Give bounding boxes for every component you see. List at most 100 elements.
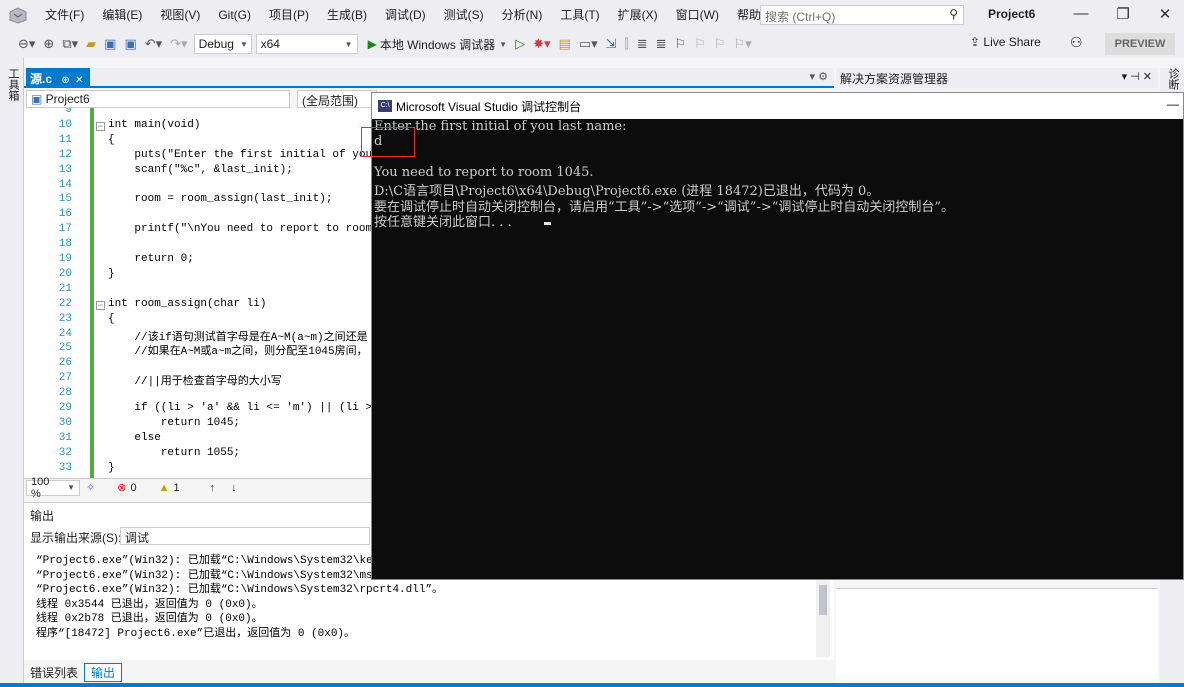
close-icon[interactable]: ✕	[1150, 5, 1180, 23]
diagnostics-tab[interactable]: 诊断	[1165, 68, 1181, 90]
save-icon[interactable]: ▣	[100, 36, 120, 52]
code-line[interactable]: puts("Enter the first initial of you la	[108, 149, 374, 161]
tab-dropdown-icon[interactable]: ▾ ⚙	[810, 70, 828, 83]
tab-source-c[interactable]: 源.c ⊕ ✕	[26, 68, 90, 88]
solution-explorer-title: 解决方案资源管理器	[840, 72, 949, 86]
fold-toggle-icon[interactable]: −	[96, 300, 105, 310]
code-line[interactable]: return 1055;	[108, 447, 240, 459]
toolbox-tab[interactable]: 工具箱	[5, 68, 21, 101]
menu-file[interactable]: 文件(F)	[36, 0, 93, 30]
forward-icon[interactable]: ⊕	[39, 36, 58, 52]
prev-bookmark-icon[interactable]: ⚐	[690, 36, 710, 52]
code-line[interactable]: return 0;	[108, 253, 193, 265]
code-line[interactable]: room = room_assign(last_init);	[108, 193, 332, 205]
back-icon[interactable]: ⊖▾	[14, 36, 39, 52]
down-arrow-icon[interactable]: ↓	[231, 482, 237, 494]
line-number: 21	[58, 282, 72, 295]
error-icon[interactable]: ⊗	[117, 481, 126, 494]
menu-view[interactable]: 视图(V)	[151, 0, 209, 30]
menu-build[interactable]: 生成(B)	[318, 0, 376, 30]
fold-toggle-icon[interactable]: −	[96, 121, 105, 131]
live-share-button[interactable]: ⇪ Live Share	[970, 35, 1041, 49]
bookmark-icon[interactable]: ⚐	[671, 36, 691, 52]
output-source-select[interactable]: 调试	[120, 527, 370, 545]
open-folder-icon[interactable]: ▰	[82, 36, 100, 52]
menu-tools[interactable]: 工具(T)	[551, 0, 608, 30]
line-number: 24	[58, 327, 72, 340]
code-line[interactable]: printf("\nYou need to report to room %d.	[108, 223, 374, 235]
preview-button[interactable]: PREVIEW	[1105, 33, 1175, 55]
line-number: 33	[58, 461, 72, 474]
up-arrow-icon[interactable]: ↑	[210, 482, 216, 494]
hot-reload-icon[interactable]: ✸▾	[529, 36, 554, 52]
panel-controls-icon[interactable]: ▾ ⊣ ✕	[1122, 70, 1152, 83]
code-line[interactable]: //该if语句测试首字母是在A~M(a~m)之间还是	[108, 328, 367, 344]
redo-icon[interactable]: ↷▾	[166, 36, 191, 52]
console-title-bar[interactable]: C:\ Microsoft Visual Studio 调试控制台 —	[372, 93, 1183, 119]
scope-nav-select[interactable]: (全局范围)	[297, 90, 377, 108]
tab-output[interactable]: 输出	[84, 662, 123, 682]
clear-bookmarks-icon[interactable]: ⚐▾	[729, 36, 755, 52]
scrollbar-thumb[interactable]	[819, 585, 827, 615]
window-layout-icon[interactable]: ▭▾	[575, 36, 602, 52]
indent-icon[interactable]: ⫿	[621, 36, 633, 52]
tab-error-list[interactable]: 错误列表	[24, 664, 84, 681]
menu-project[interactable]: 项目(P)	[260, 0, 318, 30]
code-line[interactable]: else	[108, 432, 160, 444]
platform-select[interactable]: x64 ▼	[255, 34, 358, 54]
project-nav-select[interactable]: ▣ Project6	[26, 90, 290, 108]
code-line[interactable]: int room_assign(char li)	[108, 298, 266, 310]
chevron-down-icon[interactable]: ▼	[495, 40, 511, 49]
feedback-icon[interactable]: ⚇	[1070, 34, 1083, 51]
code-line[interactable]: //如果在A~M或a~m之间，则分配至1045房间，	[108, 342, 367, 358]
code-line[interactable]: {	[108, 134, 115, 146]
code-line[interactable]: int main(void)	[108, 119, 200, 131]
menu-analyze[interactable]: 分析(N)	[493, 0, 552, 30]
code-editor[interactable]: 9 10 int main(void) 11 {12 puts("Enter the f…	[24, 108, 374, 478]
search-input[interactable]: 搜索 (Ctrl+Q) ⚲	[760, 5, 964, 25]
browse-icon[interactable]: ▤	[555, 36, 575, 52]
menu-edit[interactable]: 编辑(E)	[93, 0, 151, 30]
save-all-icon[interactable]: ▣	[120, 36, 140, 52]
next-bookmark-icon[interactable]: ⚐	[710, 36, 730, 52]
platform-value: x64	[260, 37, 280, 51]
vs-logo-icon[interactable]	[0, 0, 36, 30]
debug-console-window[interactable]: C:\ Microsoft Visual Studio 调试控制台 — Ente…	[371, 92, 1184, 580]
code-line[interactable]: }	[108, 268, 115, 280]
run-debugger-button[interactable]: 本地 Windows 调试器	[380, 36, 495, 53]
intellicode-icon[interactable]: ✧	[86, 481, 95, 494]
code-line[interactable]: }	[108, 462, 115, 474]
code-line[interactable]: //||用于检查首字母的大小写	[108, 372, 281, 388]
code-line[interactable]: {	[108, 313, 115, 325]
console-minimize-icon[interactable]: —	[1167, 97, 1179, 111]
close-tab-icon[interactable]: ✕	[75, 75, 83, 86]
comment-icon[interactable]: ≣	[633, 36, 652, 52]
menu-extensions[interactable]: 扩展(X)	[609, 0, 667, 30]
search-icon[interactable]: ⚲	[949, 7, 958, 21]
menu-test[interactable]: 测试(S)	[435, 0, 493, 30]
play-icon[interactable]: ▶	[368, 37, 377, 51]
uncomment-icon[interactable]: ≣	[652, 36, 671, 52]
minimize-icon[interactable]: —	[1066, 5, 1096, 22]
menu-window[interactable]: 窗口(W)	[667, 0, 728, 30]
code-line[interactable]: if ((li > 'a' && li <= 'm') || (li >= 'A	[108, 402, 374, 414]
undo-icon[interactable]: ↶▾	[141, 36, 166, 52]
console-line: 按任意键关闭此窗口. . .	[374, 214, 512, 230]
pin-icon[interactable]: ⊕	[61, 75, 69, 86]
new-project-icon[interactable]: ⧉▾	[58, 36, 82, 52]
live-share-label: Live Share	[983, 35, 1041, 49]
code-line[interactable]: scanf("%c", &last_init);	[108, 164, 292, 176]
code-line[interactable]: return 1045;	[108, 417, 240, 429]
step-icon[interactable]: ⇲	[602, 36, 621, 52]
menu-git[interactable]: Git(G)	[209, 0, 260, 30]
output-source-value: 调试	[125, 531, 150, 545]
warning-icon[interactable]: ▲	[159, 482, 170, 494]
project-nav-value: Project6	[45, 92, 90, 106]
config-select[interactable]: Debug ▼	[193, 34, 252, 54]
zoom-value: 100 %	[31, 475, 50, 500]
menu-debug[interactable]: 调试(D)	[376, 0, 435, 30]
restore-icon[interactable]: ❐	[1108, 5, 1138, 23]
run-without-debug-icon[interactable]: ▷	[511, 36, 529, 52]
chevron-down-icon: ▼	[344, 39, 353, 49]
zoom-select[interactable]: 100 % ▼	[26, 476, 80, 500]
